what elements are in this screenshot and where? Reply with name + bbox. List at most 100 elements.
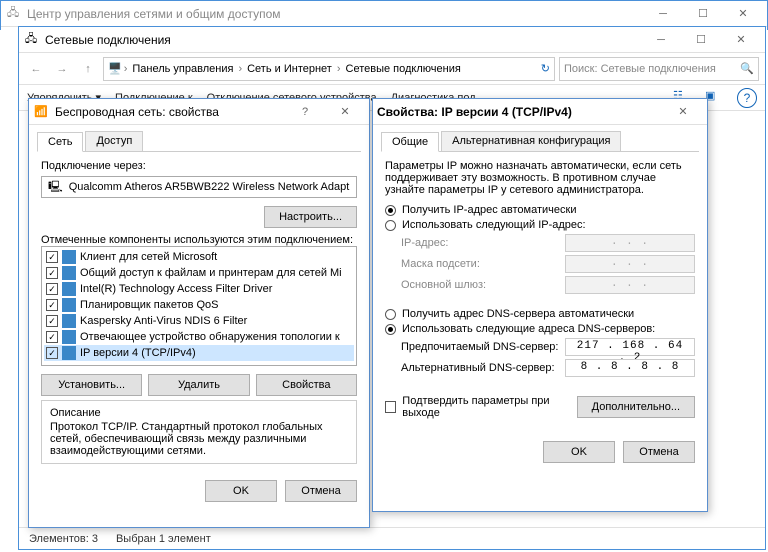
selection-count: Выбран 1 элемент: [116, 533, 211, 545]
close-button[interactable]: ✕: [723, 2, 763, 26]
radio-icon: [385, 324, 396, 335]
ip-address-label: IP-адрес:: [401, 237, 565, 249]
radio-icon: [385, 220, 396, 231]
radio-icon: [385, 309, 396, 320]
adapter-box: 🖳 Qualcomm Atheros AR5BWB222 Wireless Ne…: [41, 176, 357, 198]
checkbox[interactable]: [46, 331, 58, 343]
up-button[interactable]: ↑: [77, 58, 99, 80]
components-list[interactable]: Клиент для сетей Microsoft Общий доступ …: [41, 246, 357, 366]
intro-text: Параметры IP можно назначать автоматичес…: [385, 160, 695, 196]
wireless-tabs: Сеть Доступ: [29, 125, 369, 151]
tab-alt-config[interactable]: Альтернативная конфигурация: [441, 131, 621, 151]
checkbox[interactable]: [46, 267, 58, 279]
radio-icon: [385, 205, 396, 216]
uninstall-button[interactable]: Удалить: [148, 374, 249, 396]
maximize-button[interactable]: ☐: [683, 2, 723, 26]
help-button[interactable]: ?: [285, 100, 325, 124]
advanced-button[interactable]: Дополнительно...: [577, 396, 695, 418]
back-button[interactable]: ←: [25, 58, 47, 80]
protocol-icon: [62, 266, 76, 280]
description-text: Протокол TCP/IP. Стандартный протокол гл…: [50, 421, 348, 457]
status-bar: Элементов: 3 Выбран 1 элемент: [19, 527, 765, 549]
list-item[interactable]: Общий доступ к файлам и принтерам для се…: [44, 265, 354, 281]
dialog-buttons: OK Отмена: [29, 472, 369, 510]
checkbox[interactable]: [46, 299, 58, 311]
dns2-input[interactable]: 8 . 8 . 8 . 8: [565, 359, 695, 377]
dialog-buttons: OK Отмена: [373, 433, 707, 471]
forward-button[interactable]: →: [51, 58, 73, 80]
dns1-label: Предпочитаемый DNS-сервер:: [401, 341, 565, 353]
validate-label: Подтвердить параметры при выходе: [402, 395, 576, 419]
properties-button[interactable]: Свойства: [256, 374, 357, 396]
radio-ip-manual[interactable]: Использовать следующий IP-адрес:: [385, 219, 695, 231]
wireless-icon: 📶: [33, 104, 49, 120]
list-item[interactable]: Клиент для сетей Microsoft: [44, 249, 354, 265]
refresh-icon[interactable]: ↻: [541, 62, 550, 75]
subnet-mask-label: Маска подсети:: [401, 258, 565, 270]
tab-network[interactable]: Сеть: [37, 132, 83, 152]
subnet-mask-input: . . .: [565, 255, 695, 273]
list-item[interactable]: IP версии 4 (TCP/IPv4): [44, 345, 354, 361]
search-icon: 🔍: [740, 62, 754, 75]
protocol-icon: [62, 298, 76, 312]
checkbox[interactable]: [46, 315, 58, 327]
connections-titlebar: 🖧 Сетевые подключения ─ ☐ ✕: [19, 27, 765, 53]
adapter-name: Qualcomm Atheros AR5BWB222 Wireless Netw…: [69, 181, 350, 193]
protocol-icon: [62, 346, 76, 360]
close-button[interactable]: ✕: [663, 100, 703, 124]
network-center-icon: 🖧: [5, 6, 21, 22]
network-center-title: Центр управления сетями и общим доступом: [27, 7, 643, 21]
search-input[interactable]: Поиск: Сетевые подключения 🔍: [559, 57, 759, 81]
ipv4-properties-dialog: Свойства: IP версии 4 (TCP/IPv4) ✕ Общие…: [372, 98, 708, 512]
install-button[interactable]: Установить...: [41, 374, 142, 396]
breadcrumb[interactable]: 🖥️ › Панель управления › Сеть и Интернет…: [103, 57, 555, 81]
list-item[interactable]: Intel(R) Technology Access Filter Driver: [44, 281, 354, 297]
dns2-label: Альтернативный DNS-сервер:: [401, 362, 565, 374]
protocol-icon: [62, 282, 76, 296]
cancel-button[interactable]: Отмена: [285, 480, 357, 502]
close-button[interactable]: ✕: [325, 100, 365, 124]
wireless-properties-dialog: 📶 Беспроводная сеть: свойства ? ✕ Сеть Д…: [28, 98, 370, 528]
checkbox[interactable]: [46, 251, 58, 263]
adapter-icon: 🖳: [48, 178, 63, 197]
description-header: Описание: [50, 407, 348, 419]
radio-dns-manual[interactable]: Использовать следующие адреса DNS-сервер…: [385, 323, 695, 335]
radio-dns-auto[interactable]: Получить адрес DNS-сервера автоматически: [385, 308, 695, 320]
connections-title: Сетевые подключения: [45, 33, 641, 47]
dns1-input[interactable]: 217 . 168 . 64 . 2: [565, 338, 695, 356]
ok-button[interactable]: OK: [205, 480, 277, 502]
ipv4-title: Свойства: IP версии 4 (TCP/IPv4): [377, 105, 663, 119]
tab-access[interactable]: Доступ: [85, 131, 143, 151]
list-item[interactable]: Kaspersky Anti-Virus NDIS 6 Filter: [44, 313, 354, 329]
checkbox[interactable]: [46, 283, 58, 295]
minimize-button[interactable]: ─: [643, 2, 683, 26]
validate-checkbox[interactable]: [385, 401, 396, 413]
control-panel-icon: 🖥️: [108, 62, 122, 75]
ipv4-titlebar: Свойства: IP версии 4 (TCP/IPv4) ✕: [373, 99, 707, 125]
list-item[interactable]: Планировщик пакетов QoS: [44, 297, 354, 313]
wireless-title: Беспроводная сеть: свойства: [55, 105, 285, 119]
protocol-icon: [62, 314, 76, 328]
description-box: Описание Протокол TCP/IP. Стандартный пр…: [41, 400, 357, 464]
help-icon[interactable]: ?: [737, 88, 757, 108]
wireless-titlebar: 📶 Беспроводная сеть: свойства ? ✕: [29, 99, 369, 125]
cancel-button[interactable]: Отмена: [623, 441, 695, 463]
tab-general[interactable]: Общие: [381, 132, 439, 152]
maximize-button[interactable]: ☐: [681, 28, 721, 52]
ok-button[interactable]: OK: [543, 441, 615, 463]
close-button[interactable]: ✕: [721, 28, 761, 52]
ipv4-tabs: Общие Альтернативная конфигурация: [373, 125, 707, 151]
minimize-button[interactable]: ─: [641, 28, 681, 52]
checkbox[interactable]: [46, 347, 58, 359]
connections-icon: 🖧: [23, 32, 39, 48]
gateway-label: Основной шлюз:: [401, 279, 565, 291]
address-bar-row: ← → ↑ 🖥️ › Панель управления › Сеть и Ин…: [19, 53, 765, 85]
protocol-icon: [62, 250, 76, 264]
radio-ip-auto[interactable]: Получить IP-адрес автоматически: [385, 204, 695, 216]
connect-using-label: Подключение через:: [41, 160, 357, 172]
item-count: Элементов: 3: [29, 533, 98, 545]
components-label: Отмеченные компоненты используются этим …: [41, 234, 357, 246]
configure-button[interactable]: Настроить...: [264, 206, 357, 228]
gateway-input: . . .: [565, 276, 695, 294]
list-item[interactable]: Отвечающее устройство обнаружения тополо…: [44, 329, 354, 345]
